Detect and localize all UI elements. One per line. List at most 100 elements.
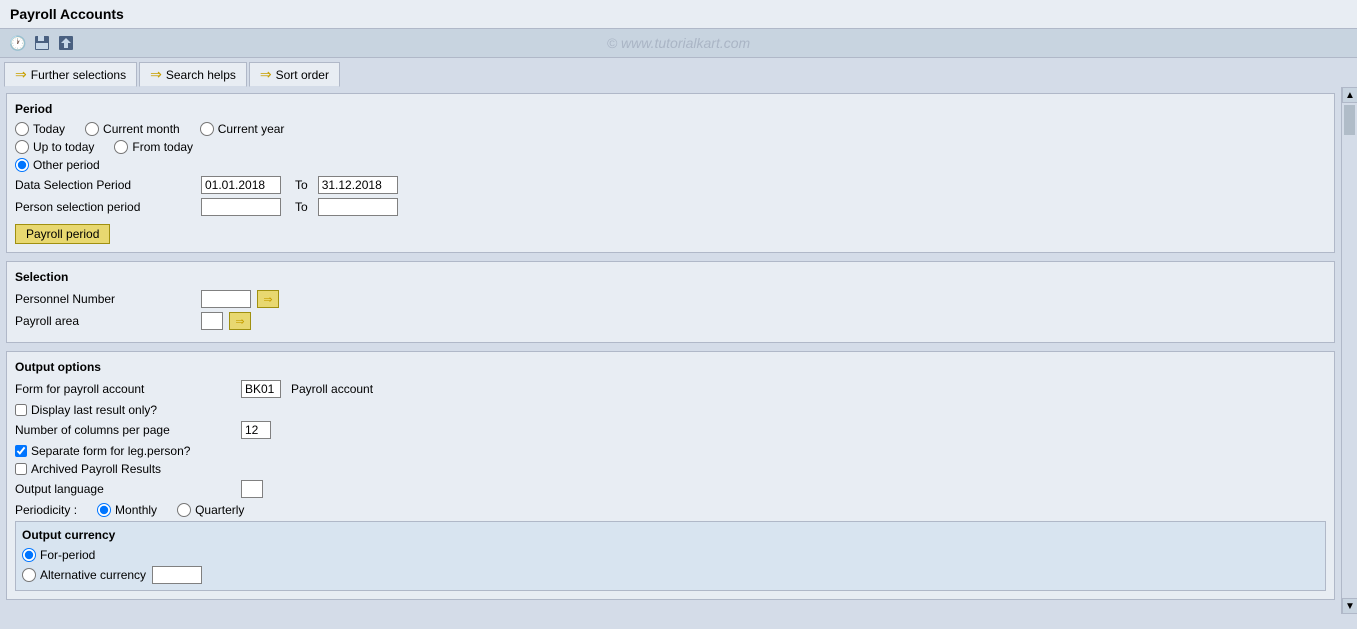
tab-label-sort: Sort order xyxy=(276,68,329,82)
radio-up-to-today[interactable]: Up to today xyxy=(15,140,94,154)
personnel-number-select-btn[interactable]: ⇒ xyxy=(257,290,279,308)
radio-from-today-label: From today xyxy=(132,140,193,154)
archived-payroll-checkbox[interactable] xyxy=(15,463,27,475)
export-icon[interactable] xyxy=(56,33,76,53)
radio-for-period-input[interactable] xyxy=(22,548,36,562)
display-last-result-label[interactable]: Display last result only? xyxy=(15,403,1326,417)
personnel-number-input[interactable] xyxy=(201,290,251,308)
radio-alternative-input[interactable] xyxy=(22,568,36,582)
periodicity-label: Periodicity : xyxy=(15,503,77,517)
form-payroll-row: Form for payroll account Payroll account xyxy=(15,380,1326,398)
periodicity-row: Periodicity : Monthly Quarterly xyxy=(15,503,1326,517)
scroll-thumb[interactable] xyxy=(1344,105,1355,135)
form-payroll-input[interactable] xyxy=(241,380,281,398)
tab-sort-order[interactable]: ⇒ Sort order xyxy=(249,62,340,87)
tab-bar: ⇒ Further selections ⇒ Search helps ⇒ So… xyxy=(0,58,1357,87)
watermark: © www.tutorialkart.com xyxy=(607,35,750,51)
content-area: Period Today Current month Current year xyxy=(0,87,1341,614)
page-title: Payroll Accounts xyxy=(0,0,1357,29)
radio-other-period-input[interactable] xyxy=(15,158,29,172)
personnel-number-label: Personnel Number xyxy=(15,292,195,306)
tab-arrow-sort: ⇒ xyxy=(260,66,272,83)
tab-label-search: Search helps xyxy=(166,68,236,82)
output-options-section: Output options Form for payroll account … xyxy=(6,351,1335,600)
radio-today-label: Today xyxy=(33,122,65,136)
output-language-label: Output language xyxy=(15,482,235,496)
radio-current-month-input[interactable] xyxy=(85,122,99,136)
radio-current-year-label: Current year xyxy=(218,122,285,136)
period-options-row1: Today Current month Current year xyxy=(15,122,1326,136)
person-selection-period-row: Person selection period To xyxy=(15,198,1326,216)
person-selection-to-label: To xyxy=(295,200,308,214)
form-payroll-label: Form for payroll account xyxy=(15,382,235,396)
payroll-area-select-btn[interactable]: ⇒ xyxy=(229,312,251,330)
radio-up-to-today-input[interactable] xyxy=(15,140,29,154)
tab-arrow-further: ⇒ xyxy=(15,66,27,83)
tab-search-helps[interactable]: ⇒ Search helps xyxy=(139,62,247,87)
radio-up-to-today-label: Up to today xyxy=(33,140,94,154)
personnel-number-row: Personnel Number ⇒ xyxy=(15,290,1326,308)
separate-form-text: Separate form for leg.person? xyxy=(31,444,190,458)
person-selection-to-input[interactable] xyxy=(318,198,398,216)
separate-form-label[interactable]: Separate form for leg.person? xyxy=(15,444,1326,458)
archived-payroll-label[interactable]: Archived Payroll Results xyxy=(15,462,1326,476)
columns-per-page-input[interactable] xyxy=(241,421,271,439)
payroll-period-button[interactable]: Payroll period xyxy=(15,224,110,244)
select-arrow-icon-2: ⇒ xyxy=(235,315,244,328)
toolbar: 🕐 © www.tutorialkart.com xyxy=(0,29,1357,58)
radio-other-period[interactable]: Other period xyxy=(15,158,100,172)
scroll-track xyxy=(1342,103,1357,598)
radio-alternative-currency[interactable]: Alternative currency xyxy=(22,568,146,582)
radio-monthly-label: Monthly xyxy=(115,503,157,517)
radio-for-period-label: For-period xyxy=(40,548,95,562)
data-selection-to-input[interactable] xyxy=(318,176,398,194)
display-last-result-checkbox[interactable] xyxy=(15,404,27,416)
tab-label-further: Further selections xyxy=(31,68,126,82)
tab-arrow-search: ⇒ xyxy=(150,66,162,83)
data-selection-from-input[interactable] xyxy=(201,176,281,194)
alternative-currency-input[interactable] xyxy=(152,566,202,584)
radio-current-year-input[interactable] xyxy=(200,122,214,136)
clock-icon[interactable]: 🕐 xyxy=(8,33,28,53)
radio-current-month-label: Current month xyxy=(103,122,180,136)
person-selection-from-input[interactable] xyxy=(201,198,281,216)
radio-for-period[interactable]: For-period xyxy=(22,548,1319,562)
output-currency-section: Output currency For-period Alternative c… xyxy=(15,521,1326,591)
data-selection-label: Data Selection Period xyxy=(15,178,195,192)
columns-per-page-label: Number of columns per page xyxy=(15,423,235,437)
period-title: Period xyxy=(15,102,1326,116)
output-currency-title: Output currency xyxy=(22,528,1319,542)
scrollbar-right: ▲ ▼ xyxy=(1341,87,1357,614)
payroll-area-row: Payroll area ⇒ xyxy=(15,312,1326,330)
data-selection-period-row: Data Selection Period To xyxy=(15,176,1326,194)
main-wrapper: Period Today Current month Current year xyxy=(0,87,1357,614)
select-arrow-icon: ⇒ xyxy=(263,293,272,306)
radio-current-month[interactable]: Current month xyxy=(85,122,180,136)
radio-quarterly[interactable]: Quarterly xyxy=(177,503,244,517)
payroll-area-input[interactable] xyxy=(201,312,223,330)
payroll-area-label: Payroll area xyxy=(15,314,195,328)
radio-other-period-label: Other period xyxy=(33,158,100,172)
radio-monthly-input[interactable] xyxy=(97,503,111,517)
period-other-row: Other period xyxy=(15,158,1326,172)
output-language-input[interactable] xyxy=(241,480,263,498)
separate-form-checkbox[interactable] xyxy=(15,445,27,457)
radio-today-input[interactable] xyxy=(15,122,29,136)
title-text: Payroll Accounts xyxy=(10,6,124,22)
tab-further-selections[interactable]: ⇒ Further selections xyxy=(4,62,137,87)
radio-from-today-input[interactable] xyxy=(114,140,128,154)
scroll-down-arrow[interactable]: ▼ xyxy=(1342,598,1357,614)
radio-today[interactable]: Today xyxy=(15,122,65,136)
radio-current-year[interactable]: Current year xyxy=(200,122,285,136)
form-payroll-desc: Payroll account xyxy=(291,382,373,396)
radio-monthly[interactable]: Monthly xyxy=(97,503,157,517)
radio-from-today[interactable]: From today xyxy=(114,140,193,154)
data-selection-to-label: To xyxy=(295,178,308,192)
columns-per-page-row: Number of columns per page xyxy=(15,421,1326,439)
person-selection-label: Person selection period xyxy=(15,200,195,214)
radio-quarterly-label: Quarterly xyxy=(195,503,244,517)
radio-quarterly-input[interactable] xyxy=(177,503,191,517)
save-icon[interactable] xyxy=(32,33,52,53)
selection-section: Selection Personnel Number ⇒ Payroll are… xyxy=(6,261,1335,343)
scroll-up-arrow[interactable]: ▲ xyxy=(1342,87,1357,103)
